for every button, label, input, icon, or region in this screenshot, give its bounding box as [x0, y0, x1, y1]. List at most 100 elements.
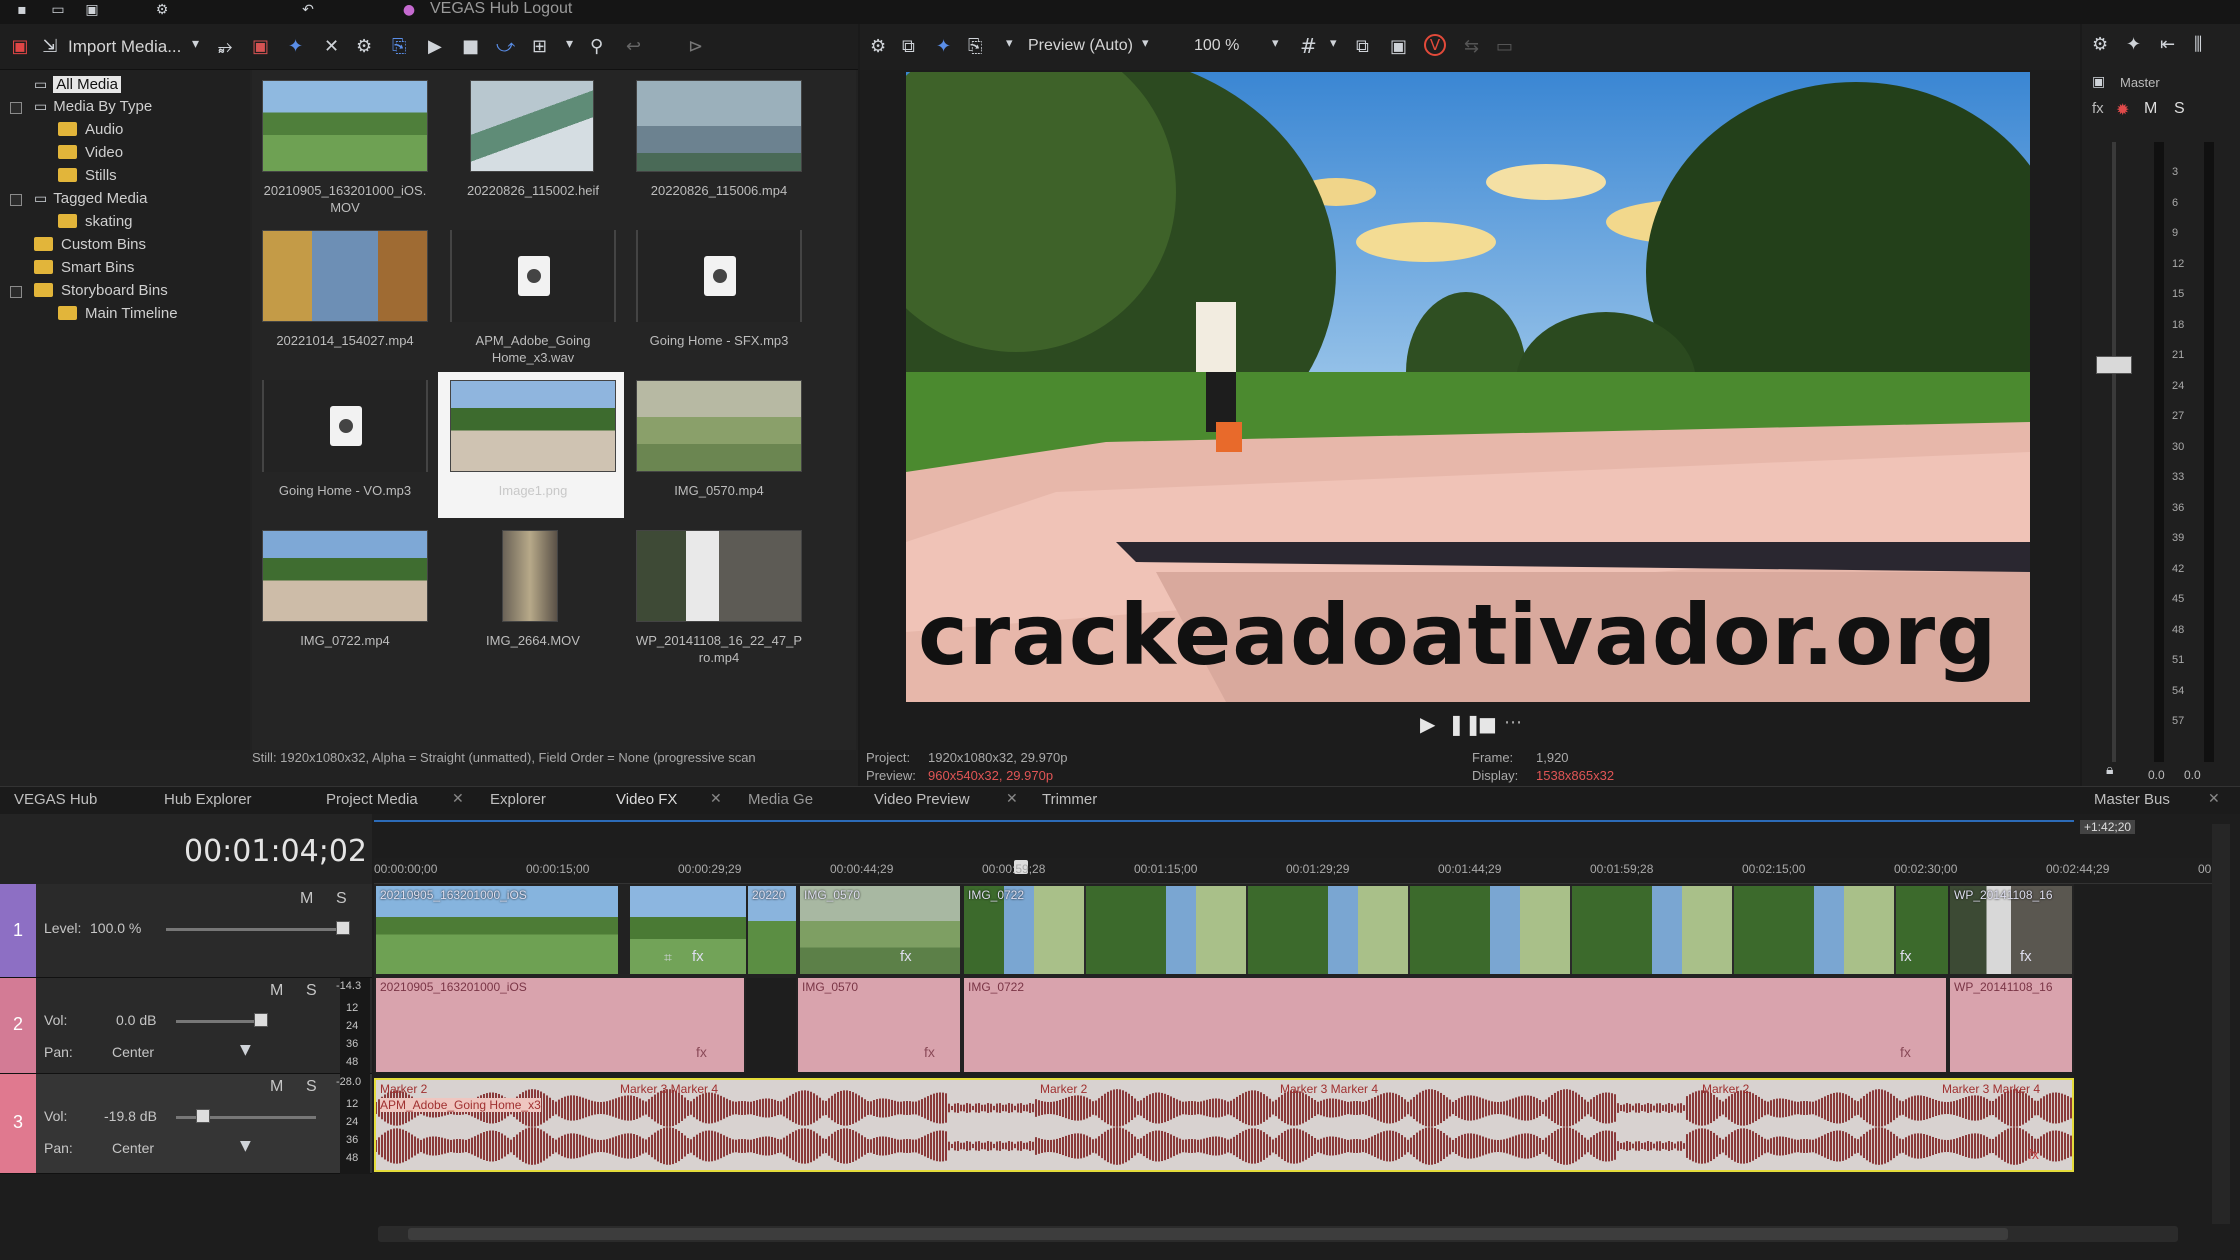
- clip-fx-button[interactable]: fx: [900, 948, 912, 965]
- video-clip[interactable]: ⌗ fx: [628, 884, 748, 976]
- tab-video-fx[interactable]: Video FX: [616, 791, 677, 808]
- tree-item-main-timeline[interactable]: Main Timeline: [58, 305, 178, 322]
- media-thumbnail[interactable]: [262, 80, 428, 172]
- play-icon[interactable]: ▶: [1420, 712, 1435, 736]
- track-header-video[interactable]: 1 M S Level: 100.0 %: [0, 884, 372, 978]
- tree-item-custom-bins[interactable]: Custom Bins: [34, 236, 146, 253]
- master-fader-knob[interactable]: [2096, 356, 2132, 374]
- back-icon[interactable]: ↩: [626, 36, 641, 57]
- downmix-icon[interactable]: ⇤: [2160, 34, 2175, 55]
- import-media-button[interactable]: Import Media...: [68, 37, 181, 57]
- media-fx-icon[interactable]: ⎘: [392, 36, 406, 57]
- tree-item-audio[interactable]: Audio: [58, 121, 123, 138]
- mute-button[interactable]: M: [270, 1078, 283, 1096]
- tree-item-stills[interactable]: Stills: [58, 167, 117, 184]
- tab-master-bus[interactable]: Master Bus: [2094, 791, 2170, 808]
- audio-clip[interactable]: IMG_0722 fx: [962, 978, 1948, 1072]
- quality-dropdown-icon[interactable]: ▾: [1006, 36, 1013, 51]
- mute-button[interactable]: M: [300, 890, 313, 908]
- pause-icon[interactable]: ❚❚: [1448, 712, 1482, 736]
- play-icon[interactable]: ▶: [428, 36, 442, 57]
- properties-icon[interactable]: ⚙: [356, 36, 372, 57]
- tab-hub-explorer[interactable]: Hub Explorer: [164, 791, 252, 808]
- import-icon[interactable]: ⇲: [40, 36, 60, 57]
- vegas-logo-icon[interactable]: V: [1424, 34, 1446, 56]
- media-thumbnail[interactable]: [262, 530, 428, 622]
- media-thumbnail[interactable]: [636, 380, 802, 472]
- solo-button[interactable]: S: [336, 890, 347, 908]
- grid-icon[interactable]: #: [1300, 34, 1317, 58]
- marker-label[interactable]: Marker 3 Marker 4: [620, 1082, 718, 1096]
- track-header-audio-3[interactable]: 3 M S Vol: -19.8 dB Pan: Center ▼ -28.0 …: [0, 1074, 372, 1174]
- audio-clip[interactable]: IMG_0570 fx: [796, 978, 962, 1072]
- audio-file-thumbnail[interactable]: [636, 230, 802, 322]
- level-slider[interactable]: [166, 928, 346, 931]
- expand-toggle[interactable]: [10, 102, 22, 114]
- master-settings-icon[interactable]: ⚙: [2092, 34, 2108, 55]
- save-icon[interactable]: ▣: [84, 2, 100, 18]
- vol-slider[interactable]: [176, 1020, 266, 1023]
- zoom-dropdown-icon[interactable]: ▾: [1272, 36, 1279, 51]
- external-monitor-icon[interactable]: ⎘: [968, 36, 982, 57]
- stop-icon[interactable]: ■: [462, 36, 479, 57]
- tree-item-all-media[interactable]: ▭ All Media: [34, 76, 121, 93]
- tree-item-media-by-type[interactable]: ▭ Media By Type: [34, 98, 152, 115]
- link-icon[interactable]: ⥵: [218, 36, 232, 57]
- tab-close-icon[interactable]: ✕: [1006, 791, 1018, 807]
- solo-button[interactable]: S: [306, 1078, 317, 1096]
- track-header-audio-2[interactable]: 2 M S Vol: 0.0 dB Pan: Center ▼ -14.3 12…: [0, 978, 372, 1074]
- auto-preview-icon[interactable]: ⤻: [496, 36, 515, 57]
- settings-icon[interactable]: ⚙: [154, 2, 170, 18]
- video-clip[interactable]: IMG_0570 fx: [798, 884, 962, 976]
- audio-file-thumbnail[interactable]: [262, 380, 428, 472]
- clip-fx-button[interactable]: fx: [696, 1044, 707, 1060]
- expand-toggle[interactable]: [10, 194, 22, 206]
- preview-settings-icon[interactable]: ⚙: [870, 36, 886, 57]
- stop-icon[interactable]: ■: [1478, 712, 1497, 736]
- video-clip[interactable]: 20210905_163201000_iOS: [374, 884, 620, 976]
- tab-close-icon[interactable]: ✕: [452, 791, 464, 807]
- tree-item-smart-bins[interactable]: Smart Bins: [34, 259, 134, 276]
- audio-clip[interactable]: WP_20141108_16: [1948, 978, 2074, 1072]
- video-clip[interactable]: 20220: [746, 884, 798, 976]
- clip-fx-button[interactable]: fx: [692, 948, 704, 965]
- overlays-dropdown-icon[interactable]: ▾: [1330, 36, 1337, 51]
- tree-item-storyboard-bins[interactable]: Storyboard Bins: [34, 282, 168, 299]
- views-icon[interactable]: ⊞: [532, 36, 547, 57]
- marker-label[interactable]: Marker 3 Marker 4: [1280, 1082, 1378, 1096]
- copy-snapshot-icon[interactable]: ⧉: [1356, 36, 1369, 57]
- save-snapshot-icon[interactable]: ▣: [1390, 36, 1407, 57]
- tree-item-video[interactable]: Video: [58, 144, 123, 161]
- tab-video-preview[interactable]: Video Preview: [874, 791, 970, 808]
- mute-button[interactable]: M: [270, 982, 283, 1000]
- undo-icon[interactable]: ↶: [300, 2, 316, 18]
- master-solo-button[interactable]: S: [2174, 100, 2185, 118]
- marker-label[interactable]: Marker 3 Marker 4: [1942, 1082, 2040, 1096]
- effects-icon[interactable]: ✦: [288, 36, 303, 57]
- tree-item-skating[interactable]: skating: [58, 213, 133, 230]
- timeline-scroll-thumb[interactable]: [408, 1228, 2008, 1240]
- vol-slider-knob[interactable]: [254, 1013, 268, 1027]
- crop-icon[interactable]: ⌗: [664, 950, 672, 966]
- clip-fx-button[interactable]: fx: [1900, 948, 1912, 965]
- video-fx-icon[interactable]: ✦: [936, 36, 951, 57]
- dropdown-icon[interactable]: ▾: [192, 36, 199, 52]
- expand-toggle[interactable]: [10, 286, 22, 298]
- vol-slider-knob[interactable]: [196, 1109, 210, 1123]
- timeline-ruler[interactable]: 00:00:00;00 00:00:15;00 00:00:29;29 00:00:4…: [374, 858, 2214, 884]
- filter-icon[interactable]: ⊳: [688, 36, 703, 57]
- new-icon[interactable]: ▭: [50, 2, 66, 18]
- clip-fx-button[interactable]: fx: [2028, 1146, 2039, 1162]
- tab-project-media[interactable]: Project Media: [326, 791, 418, 808]
- audio-file-thumbnail[interactable]: [450, 230, 616, 322]
- timeline-vertical-scrollbar[interactable]: [2212, 824, 2230, 1224]
- video-clip[interactable]: IMG_0722 fx: [962, 884, 1972, 976]
- tab-close-icon[interactable]: ✕: [710, 791, 722, 807]
- zoom-select[interactable]: 100 %: [1194, 37, 1239, 55]
- tab-vegas-hub[interactable]: VEGAS Hub: [14, 791, 97, 808]
- marker-label[interactable]: Marker 2: [1702, 1082, 1749, 1096]
- media-app-icon[interactable]: ▣: [10, 36, 30, 57]
- audio-clip[interactable]: 20210905_163201000_iOS fx: [374, 978, 746, 1072]
- audio-clip-selected[interactable]: APM_Adobe_Going Home_x3 fx Marker 2 Mark…: [374, 1078, 2074, 1172]
- tree-item-tagged-media[interactable]: ▭ Tagged Media: [34, 190, 147, 207]
